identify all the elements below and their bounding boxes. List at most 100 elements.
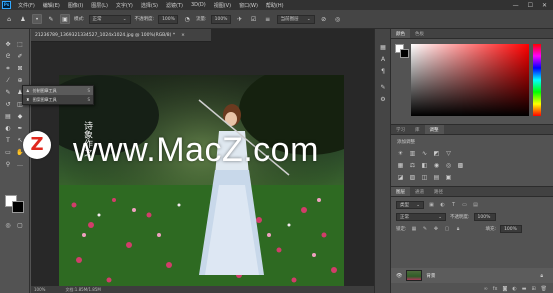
color-picker-field[interactable]: [411, 44, 529, 116]
menu-view[interactable]: 视图(V): [210, 2, 235, 9]
flyout-item-pattern-stamp[interactable]: ♜ 图案图章工具 S: [23, 95, 93, 104]
lock-image-icon[interactable]: ✎: [422, 226, 429, 233]
paragraph-panel-icon[interactable]: ¶: [378, 67, 388, 77]
menu-file[interactable]: 文件(F): [14, 2, 39, 9]
exposure-icon[interactable]: ◩: [433, 150, 440, 157]
lock-position-icon[interactable]: ✥: [433, 226, 440, 233]
lock-transparent-icon[interactable]: ▦: [411, 226, 418, 233]
close-icon[interactable]: ×: [181, 33, 185, 38]
marquee-tool-icon[interactable]: ⬚: [15, 40, 25, 50]
minimize-button[interactable]: —: [513, 2, 519, 9]
opacity-field[interactable]: 100%: [158, 14, 179, 24]
hue-slider[interactable]: [533, 44, 541, 116]
gradient-map-icon[interactable]: ▤: [433, 174, 440, 181]
filter-shape-icon[interactable]: ▭: [461, 202, 468, 209]
menu-edit[interactable]: 编辑(E): [39, 2, 64, 9]
levels-icon[interactable]: ▥: [409, 150, 416, 157]
mode-select[interactable]: 正常 ⌄: [88, 14, 131, 24]
vibrance-icon[interactable]: ▽: [445, 150, 452, 157]
filter-pixel-icon[interactable]: ▣: [428, 202, 435, 209]
tab-learn[interactable]: 学习: [391, 125, 410, 134]
add-mask-icon[interactable]: ◙: [502, 286, 507, 293]
layer-style-icon[interactable]: fx: [493, 286, 498, 293]
color-balance-icon[interactable]: ⚖: [409, 162, 416, 169]
filter-type-icon[interactable]: T: [450, 202, 457, 209]
filter-smart-icon[interactable]: ▤: [472, 202, 479, 209]
color-panel-swatches[interactable]: [395, 44, 409, 58]
tab-adjustments[interactable]: 调整: [424, 125, 444, 134]
tab-paths[interactable]: 路径: [429, 187, 448, 196]
new-layer-icon[interactable]: ⊞: [531, 286, 535, 293]
brush-panel-icon[interactable]: ✎: [378, 83, 388, 93]
background-color-swatch[interactable]: [12, 201, 24, 213]
airbrush-icon[interactable]: ✈: [235, 14, 245, 24]
brush-preset-picker[interactable]: •: [32, 14, 42, 24]
link-layers-icon[interactable]: ∞: [484, 286, 488, 293]
posterize-icon[interactable]: ▨: [409, 174, 416, 181]
lasso-tool-icon[interactable]: ᘓ: [3, 52, 13, 62]
brightness-icon[interactable]: ☀: [397, 150, 404, 157]
document-tab[interactable]: 21236789_1369321334527_1024x1024.jpg @ 1…: [31, 29, 211, 42]
new-group-icon[interactable]: ▬: [522, 286, 527, 293]
pressure-size-icon[interactable]: ◎: [333, 14, 343, 24]
blend-mode-select[interactable]: 正常 ⌄: [396, 213, 446, 221]
ignore-adjustment-icon[interactable]: ⊘: [319, 14, 329, 24]
zoom-tool-icon[interactable]: ⚲: [3, 160, 13, 170]
pressure-opacity-icon[interactable]: ◔: [182, 14, 192, 24]
clone-source-panel-icon[interactable]: ⚙: [378, 95, 388, 105]
blur-tool-icon[interactable]: ◆: [15, 112, 25, 122]
trash-icon[interactable]: 🗑︎: [541, 286, 547, 293]
black-white-icon[interactable]: ◧: [421, 162, 428, 169]
gradient-tool-icon[interactable]: ▤: [3, 112, 13, 122]
history-brush-tool-icon[interactable]: ↺: [3, 100, 13, 110]
layer-row-background[interactable]: 👁︎ 背景 🔒︎: [391, 268, 553, 283]
menu-type[interactable]: 文字(Y): [112, 2, 137, 9]
shape-tool-icon[interactable]: ▭: [3, 148, 13, 158]
history-panel-icon[interactable]: ▦: [378, 43, 388, 53]
maximize-button[interactable]: ☐: [528, 2, 533, 9]
menu-layer[interactable]: 图层(L): [87, 2, 112, 9]
type-tool-icon[interactable]: T: [3, 136, 13, 146]
more-tools-icon[interactable]: …: [15, 160, 25, 170]
lock-artboard-icon[interactable]: ▢: [444, 226, 451, 233]
pen-tool-icon[interactable]: ✒: [15, 124, 25, 134]
flyout-item-clone-stamp[interactable]: ♟ 仿制图章工具 S: [23, 86, 93, 95]
menu-3d[interactable]: 3D(D): [187, 2, 210, 8]
tab-swatches[interactable]: 色板: [410, 29, 429, 38]
eyedropper-tool-icon[interactable]: ⁄: [3, 76, 13, 86]
quick-mask-icon[interactable]: ◎: [3, 221, 13, 231]
flow-field[interactable]: 100%: [210, 14, 231, 24]
layer-filter-select[interactable]: 类型 ⌄: [396, 201, 424, 209]
zoom-level[interactable]: 100%: [34, 287, 45, 292]
close-button[interactable]: ✕: [542, 2, 547, 9]
photo-filter-icon[interactable]: ◉: [433, 162, 440, 169]
tab-layers[interactable]: 图层: [391, 187, 410, 196]
screen-mode-icon[interactable]: ▢: [15, 221, 25, 231]
color-swatches[interactable]: [5, 195, 27, 217]
hue-saturation-icon[interactable]: ▦: [397, 162, 404, 169]
color-lookup-icon[interactable]: ▩: [457, 162, 464, 169]
photo-canvas[interactable]: 诗象作之: [59, 75, 344, 292]
menu-filter[interactable]: 滤镜(T): [162, 2, 187, 9]
aligned-checkbox[interactable]: ☑: [249, 14, 259, 24]
threshold-icon[interactable]: ◫: [421, 174, 428, 181]
stamp-tool-icon[interactable]: ♟: [18, 14, 28, 24]
eye-icon[interactable]: 👁︎: [396, 273, 402, 279]
tab-libraries[interactable]: 库: [410, 125, 425, 134]
selective-color-icon[interactable]: ▣: [445, 174, 452, 181]
menu-window[interactable]: 窗口(W): [235, 2, 262, 9]
tab-channels[interactable]: 通道: [410, 187, 429, 196]
type-panel-icon[interactable]: A: [378, 55, 388, 65]
sample-select[interactable]: 当前图层 ⌄: [276, 14, 315, 24]
color-panel-background[interactable]: [400, 49, 409, 58]
move-tool-icon[interactable]: ✥: [3, 40, 13, 50]
invert-icon[interactable]: ◪: [397, 174, 404, 181]
layer-opacity-field[interactable]: 100%: [473, 213, 496, 221]
brush-settings-icon[interactable]: ✎: [46, 14, 56, 24]
lock-all-icon[interactable]: 🔒︎: [455, 226, 462, 233]
curves-icon[interactable]: ∿: [421, 150, 428, 157]
dodge-tool-icon[interactable]: ◐: [3, 124, 13, 134]
tab-color[interactable]: 颜色: [391, 29, 410, 38]
brush-tool-icon[interactable]: ✎: [3, 88, 13, 98]
filter-adjustment-icon[interactable]: ◐: [439, 202, 446, 209]
